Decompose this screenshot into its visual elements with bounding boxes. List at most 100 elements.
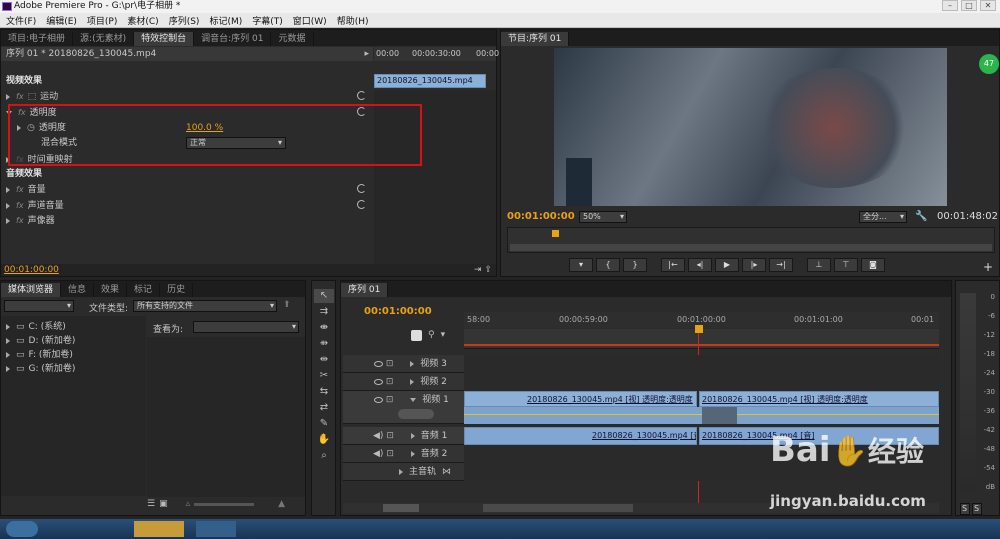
eye-icon[interactable] [374,396,383,403]
mark-out-button[interactable]: } [623,258,647,272]
hand-tool-icon[interactable]: ✋ [314,433,334,447]
link-icon[interactable]: ⚲ [428,330,435,341]
menu-item[interactable]: 序列(S) [169,14,200,27]
tab-media-browser[interactable]: 媒体浏览器 [1,283,62,297]
lock-icon[interactable]: ⊡ [386,449,394,459]
expand-icon[interactable] [6,217,10,224]
ec-current-time[interactable]: 00:01:00:00 [4,265,59,275]
tab-history[interactable]: 历史 [160,283,194,297]
motion-effect-row[interactable]: fx ⬚ 运动 [6,89,372,104]
menu-item[interactable]: 窗口(W) [293,14,327,27]
play-button[interactable]: ▶ [715,258,739,272]
zoom-scrollbar[interactable] [510,244,992,251]
track-header-video-3[interactable]: ⊡ 视频 3 [343,355,464,373]
playhead-handle-icon[interactable] [695,325,703,333]
expand-icon[interactable] [399,468,403,475]
lock-icon[interactable]: ⊡ [386,359,394,369]
program-video-frame[interactable] [554,48,947,206]
selection-tool-icon[interactable]: ↖ [314,289,334,303]
eye-icon[interactable] [374,378,383,385]
speaker-icon[interactable]: ◀) [373,449,383,459]
list-view-icon[interactable]: ☰ [147,499,155,509]
tab-effects[interactable]: 效果 [94,283,128,297]
speaker-icon[interactable]: ◀) [373,431,383,441]
razor-tool-icon[interactable]: ✂ [314,369,334,383]
taskbar-app[interactable] [196,521,236,537]
expand-icon[interactable] [6,93,10,100]
program-timecode[interactable]: 00:01:00:00 [507,211,575,222]
playhead-marker-icon[interactable] [552,230,559,237]
pen-tool-icon[interactable]: ✎ [314,417,334,431]
maximize-button[interactable]: □ [961,0,977,11]
menu-item[interactable]: 字幕(T) [252,14,283,27]
ec-mini-clip[interactable]: 20180826_130045.mp4 [374,74,486,88]
step-back-button[interactable]: ◂| [688,258,712,272]
rate-stretch-tool-icon[interactable]: ⇹ [314,353,334,367]
expand-icon[interactable] [6,365,10,372]
zoom-out-icon[interactable]: ▵ [186,499,191,509]
export-icon[interactable]: ⇥ ⇪ [474,264,492,276]
menu-item[interactable]: 帮助(H) [337,14,369,27]
view-as-select[interactable]: ▾ [193,321,299,333]
add-button-icon[interactable]: + [983,260,993,274]
slip-tool-icon[interactable]: ⇆ [314,385,334,399]
lock-icon[interactable]: ⊡ [386,377,394,387]
video-clip-left[interactable]: 20180826_130045.mp4 [视] 透明度:透明度 [464,391,697,407]
tab-markers[interactable]: 标记 [127,283,161,297]
drive-item[interactable]: ▭ G: (新加卷) [6,362,75,377]
rolling-edit-tool-icon[interactable]: ⇻ [314,337,334,351]
drive-item[interactable]: ▭ C: (系统) [6,320,66,335]
tab-sequence[interactable]: 序列 01 [341,283,389,297]
solo-right-button[interactable]: S [972,503,982,515]
reset-icon[interactable] [357,91,366,100]
zoom-tool-icon[interactable]: ⌕ [314,449,334,463]
lock-icon[interactable]: ⊡ [386,395,394,405]
icon-view-icon[interactable]: ▣ [159,499,168,509]
tab-effect-controls[interactable]: 特效控制台 [134,32,195,46]
go-to-out-button[interactable]: →| [769,258,793,272]
menu-item[interactable]: 项目(P) [87,14,117,27]
zoom-in-icon[interactable]: ▲ [278,499,285,509]
go-to-in-button[interactable]: |← [661,258,685,272]
tab-audio-mixer[interactable]: 调音台:序列 01 [194,32,272,46]
start-button[interactable] [6,521,38,537]
keyframe-nav[interactable] [398,409,434,419]
tab-project[interactable]: 项目:电子相册 [1,32,74,46]
tab-program[interactable]: 节目:序列 01 [501,32,570,46]
audio-clip-left[interactable]: 20180826_130045.mp4 [音] [464,427,697,445]
track-header-audio-1[interactable]: ◀) ⊡ 音频 1 [343,427,464,445]
drive-item[interactable]: ▭ D: (新加卷) [6,334,75,349]
zoom-slider[interactable] [194,502,255,506]
drive-item[interactable]: ▭ F: (新加卷) [6,348,73,363]
track-header-video-2[interactable]: ⊡ 视频 2 [343,373,464,391]
ripple-edit-tool-icon[interactable]: ⇼ [314,321,334,335]
expand-icon[interactable] [6,323,10,330]
zoom-thumb[interactable] [483,504,633,512]
fx-icon[interactable]: fx [16,216,24,225]
menu-item[interactable]: 标记(M) [209,14,242,27]
file-type-select[interactable]: 所有支持的文件 ▾ [133,300,277,312]
add-marker-button[interactable]: ▾ [569,258,593,272]
expand-icon[interactable] [410,360,415,367]
expand-icon[interactable] [410,378,415,385]
close-button[interactable]: ✕ [980,0,996,11]
location-select[interactable]: ▾ [4,300,74,312]
menu-item[interactable]: 编辑(E) [46,14,77,27]
fx-icon[interactable]: fx [16,92,24,101]
expand-icon[interactable] [6,202,10,209]
file-list-area[interactable] [147,337,305,497]
expand-icon[interactable] [6,337,10,344]
track-header-master[interactable]: 主音轨 ⋈ [343,463,464,481]
track-header-video-1[interactable]: ⊡ 视频 1 [343,391,464,424]
up-arrow-icon[interactable]: ⬆ [283,300,291,310]
expand-icon[interactable] [410,450,415,457]
play-clip-icon[interactable]: ▸ [364,47,369,61]
collapse-icon[interactable] [410,397,417,402]
panner-row[interactable]: fx 声像器 [6,213,372,228]
track-select-tool-icon[interactable]: ⇉ [314,305,334,319]
menu-item[interactable]: 文件(F) [6,14,36,27]
zoom-select[interactable]: 50% ▾ [579,211,627,223]
volume-effect-row[interactable]: fx 音量 [6,182,372,197]
timeline-timecode[interactable]: 00:01:00:00 [364,306,432,317]
tab-info[interactable]: 信息 [61,283,95,297]
